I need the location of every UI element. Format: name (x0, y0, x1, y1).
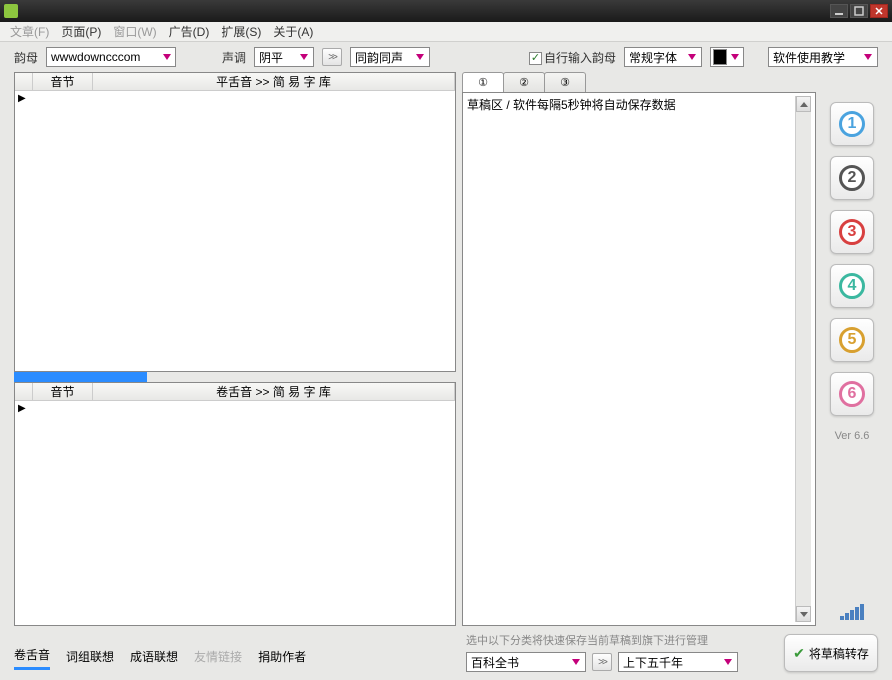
tab-word-assoc[interactable]: 词组联想 (66, 648, 114, 669)
toolbar: 韵母 声调 阴平 >> 同韵同声 自行输入韵母 常规字体 软件使用教学 (0, 42, 892, 72)
scroll-up-button[interactable] (796, 96, 811, 112)
scrollbar[interactable] (795, 96, 811, 622)
tone-combo[interactable]: 阴平 (254, 47, 314, 67)
side-button-1[interactable]: 1 (830, 102, 874, 146)
self-input-check-wrap[interactable]: 自行输入韵母 (529, 49, 616, 66)
rhyme-input[interactable] (51, 50, 159, 64)
grid-header: 音节 平舌音 >> 简 易 字 库 (15, 73, 455, 91)
save-draft-label: 将草稿转存 (809, 645, 869, 662)
category1-combo[interactable]: 百科全书 (466, 652, 586, 672)
menu-article[interactable]: 文章(F) (10, 23, 49, 40)
side-button-3[interactable]: 3 (830, 210, 874, 254)
check-icon: ✔ (793, 645, 805, 662)
tab-retroflex[interactable]: 卷舌音 (14, 646, 50, 670)
tone-label: 声调 (222, 49, 246, 66)
tone-dropdown-icon[interactable] (297, 49, 311, 65)
draft-tab-1[interactable]: ① (462, 72, 504, 92)
draft-tab-2[interactable]: ② (503, 72, 545, 92)
app-icon (4, 4, 18, 18)
tab-friend-link[interactable]: 友情链接 (194, 648, 242, 669)
help-value: 软件使用教学 (773, 49, 859, 66)
scroll-down-button[interactable] (796, 606, 811, 622)
self-input-label: 自行输入韵母 (544, 51, 616, 65)
rhyme-dropdown-icon[interactable] (161, 49, 173, 65)
menubar: 文章(F) 页面(P) 窗口(W) 广告(D) 扩展(S) 关于(A) (0, 22, 892, 42)
syllable-col-header[interactable]: 音节 (33, 383, 93, 400)
row-indicator-icon: ▶ (18, 93, 26, 104)
draft-text[interactable]: 草稿区 / 软件每隔5秒钟将自动保存数据 (467, 96, 795, 622)
row-indicator-icon: ▶ (18, 403, 26, 414)
menu-ad[interactable]: 广告(D) (169, 23, 210, 40)
tab-donate[interactable]: 捐助作者 (258, 648, 306, 669)
stair-icon[interactable] (840, 604, 864, 620)
category-hint: 选中以下分类将快速保存当前草稿到旗下进行管理 (466, 632, 774, 648)
forward-button-2[interactable]: >> (592, 653, 612, 671)
same-rhyme-dropdown-icon[interactable] (413, 49, 427, 65)
syllable-col-header[interactable]: 音节 (33, 73, 93, 90)
retroflex-grid[interactable]: 音节 卷舌音 >> 简 易 字 库 ▶ (14, 382, 456, 626)
side-button-2[interactable]: 2 (830, 156, 874, 200)
color-combo[interactable] (710, 47, 744, 67)
retroflex-col-header[interactable]: 卷舌音 >> 简 易 字 库 (93, 383, 455, 400)
help-dropdown-icon[interactable] (861, 49, 875, 65)
font-combo[interactable]: 常规字体 (624, 47, 702, 67)
titlebar (0, 0, 892, 22)
draft-textarea[interactable]: 草稿区 / 软件每隔5秒钟将自动保存数据 (462, 92, 816, 626)
minimize-button[interactable] (830, 4, 848, 18)
category2-value: 上下五千年 (623, 654, 719, 671)
category2-dropdown-icon[interactable] (721, 654, 735, 670)
side-button-6[interactable]: 6 (830, 372, 874, 416)
color-swatch (713, 49, 727, 65)
self-input-checkbox[interactable] (529, 52, 542, 65)
tab-idiom-assoc[interactable]: 成语联想 (130, 648, 178, 669)
help-combo[interactable]: 软件使用教学 (768, 47, 878, 67)
menu-extend[interactable]: 扩展(S) (221, 23, 261, 40)
font-value: 常规字体 (629, 49, 683, 66)
menu-page[interactable]: 页面(P) (61, 23, 101, 40)
bottom-tabs: 卷舌音 词组联想 成语联想 友情链接 捐助作者 (14, 646, 456, 672)
menu-about[interactable]: 关于(A) (273, 23, 313, 40)
flat-tongue-grid[interactable]: 音节 平舌音 >> 简 易 字 库 ▶ (14, 72, 456, 372)
draft-tabs: ① ② ③ (462, 72, 816, 92)
side-button-5[interactable]: 5 (830, 318, 874, 362)
flat-grid-body[interactable]: ▶ (15, 91, 455, 371)
maximize-button[interactable] (850, 4, 868, 18)
side-button-4[interactable]: 4 (830, 264, 874, 308)
category1-value: 百科全书 (471, 654, 567, 671)
rhyme-combo[interactable] (46, 47, 176, 67)
tone-value: 阴平 (259, 49, 295, 66)
same-rhyme-value: 同韵同声 (355, 49, 411, 66)
scroll-track[interactable] (796, 112, 811, 606)
save-draft-button[interactable]: ✔ 将草稿转存 (784, 634, 878, 672)
color-dropdown-icon[interactable] (729, 49, 741, 65)
same-rhyme-combo[interactable]: 同韵同声 (350, 47, 430, 67)
menu-window[interactable]: 窗口(W) (113, 23, 156, 40)
retroflex-grid-body[interactable]: ▶ (15, 401, 455, 625)
side-buttons: 1 2 3 4 5 6 Ver 6.6 (822, 72, 882, 626)
font-dropdown-icon[interactable] (685, 49, 699, 65)
flat-col-header[interactable]: 平舌音 >> 简 易 字 库 (93, 73, 455, 90)
version-label: Ver 6.6 (835, 430, 870, 442)
forward-button-1[interactable]: >> (322, 48, 342, 66)
rhyme-label: 韵母 (14, 49, 38, 66)
draft-tab-3[interactable]: ③ (544, 72, 586, 92)
category1-dropdown-icon[interactable] (569, 654, 583, 670)
progress-bar (14, 372, 456, 382)
category2-combo[interactable]: 上下五千年 (618, 652, 738, 672)
grid-header: 音节 卷舌音 >> 简 易 字 库 (15, 383, 455, 401)
close-button[interactable] (870, 4, 888, 18)
